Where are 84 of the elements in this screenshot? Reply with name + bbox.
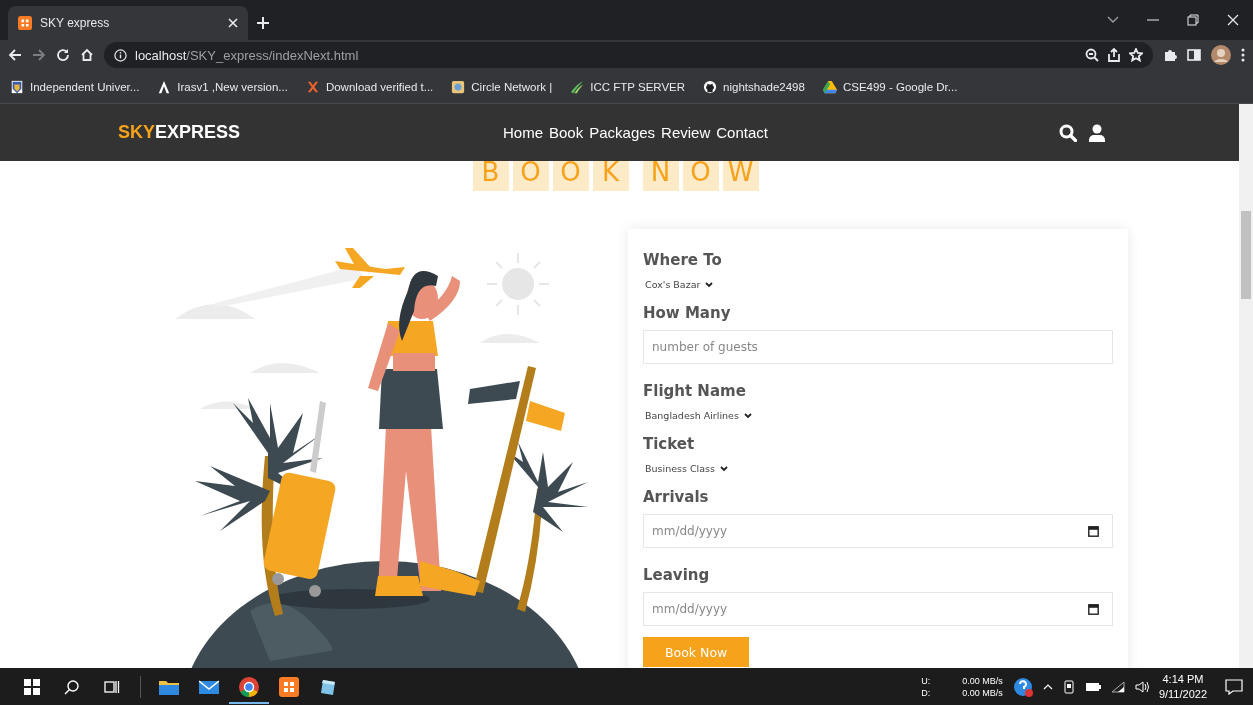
field-label: How Many bbox=[643, 304, 731, 322]
user-icon[interactable] bbox=[1089, 123, 1105, 142]
swoosh-icon bbox=[570, 79, 585, 94]
bookmark-link[interactable]: CSE499 - Google Dr... bbox=[822, 79, 958, 94]
xampp-logo-icon bbox=[18, 16, 32, 30]
chevron-up-icon[interactable] bbox=[1042, 683, 1053, 690]
puzzle-icon[interactable] bbox=[1163, 48, 1177, 62]
heading-letter: N bbox=[642, 161, 679, 191]
date-field[interactable]: mm/dd/yyyy bbox=[643, 592, 1113, 626]
close-icon[interactable] bbox=[228, 18, 238, 28]
star-icon[interactable] bbox=[1129, 48, 1143, 62]
search-icon[interactable] bbox=[64, 678, 80, 695]
battery-icon[interactable] bbox=[1084, 681, 1101, 692]
bookmark-link[interactable]: Independent Univer... bbox=[10, 79, 140, 94]
forward-arrow-icon[interactable] bbox=[32, 48, 46, 62]
heading-letter: O bbox=[552, 161, 589, 191]
nav-link[interactable]: Packages bbox=[589, 124, 656, 141]
x-mark-icon bbox=[305, 79, 320, 94]
bookmark-link[interactable]: Circle Network | bbox=[451, 79, 553, 94]
field-label: Flight Name bbox=[643, 382, 746, 400]
field-label: Leaving bbox=[643, 566, 710, 584]
search-icon[interactable] bbox=[1059, 123, 1077, 142]
heading-letter: O bbox=[512, 161, 549, 191]
chevron-down-icon bbox=[719, 465, 728, 472]
field-label: Ticket bbox=[643, 435, 695, 453]
info-icon bbox=[114, 48, 127, 62]
back-arrow-icon[interactable] bbox=[8, 48, 22, 62]
upload-label: U: bbox=[921, 674, 931, 687]
mail-envelope-icon[interactable] bbox=[199, 678, 219, 695]
field-label: Where To bbox=[643, 251, 722, 269]
new-tab-icon[interactable] bbox=[256, 16, 270, 30]
heading-letter: B bbox=[472, 161, 509, 191]
heading-letter: W bbox=[722, 161, 759, 191]
bookmark-link[interactable]: ICC FTP SERVER bbox=[570, 79, 686, 94]
nav-link[interactable]: Contact bbox=[716, 124, 768, 141]
nav-link[interactable]: Review bbox=[661, 124, 711, 141]
more-menu-icon[interactable] bbox=[1241, 48, 1245, 62]
profile-avatar-icon[interactable] bbox=[1211, 45, 1231, 65]
download-label: D: bbox=[921, 686, 931, 699]
bookmark-link[interactable]: nightshade2498 bbox=[703, 79, 805, 94]
chevron-down-icon bbox=[705, 281, 714, 288]
input-field[interactable]: number of guests bbox=[643, 330, 1113, 364]
folder-icon[interactable] bbox=[159, 678, 179, 695]
home-icon[interactable] bbox=[80, 48, 94, 62]
start-windows-icon[interactable] bbox=[24, 678, 40, 695]
wifi-icon[interactable] bbox=[1110, 680, 1125, 693]
device-icon[interactable] bbox=[1062, 679, 1075, 694]
upload-speed: 0.00 MB/s bbox=[962, 674, 1003, 687]
square-icon bbox=[451, 79, 466, 94]
chrome-browser-icon[interactable] bbox=[239, 676, 259, 697]
bookmark-link[interactable]: Irasv1 ,New version... bbox=[157, 79, 288, 94]
chevron-down-icon bbox=[743, 412, 752, 419]
side-panel-icon[interactable] bbox=[1187, 48, 1201, 62]
letter-a-icon bbox=[157, 79, 172, 94]
reload-icon[interactable] bbox=[56, 48, 70, 62]
bookmark-link[interactable]: Download verified t... bbox=[305, 79, 434, 94]
address-bar[interactable]: localhost/SKY_express/indexNext.html bbox=[104, 42, 1153, 68]
help-icon[interactable] bbox=[1012, 676, 1033, 697]
taskbar-clock[interactable]: 4:14 PM 9/11/2022 bbox=[1158, 671, 1207, 702]
calendar-icon[interactable] bbox=[1088, 604, 1099, 615]
nav-link[interactable]: Home bbox=[503, 124, 543, 141]
nav-link[interactable]: Book bbox=[549, 124, 584, 141]
share-icon[interactable] bbox=[1107, 48, 1121, 62]
notepad-icon[interactable] bbox=[320, 677, 338, 696]
download-speed: 0.00 MB/s bbox=[962, 686, 1003, 699]
notification-icon[interactable] bbox=[1225, 678, 1243, 695]
date-field[interactable]: mm/dd/yyyy bbox=[643, 514, 1113, 548]
shield-icon bbox=[10, 79, 24, 94]
task-view-icon[interactable] bbox=[104, 678, 120, 695]
page-scrollbar[interactable] bbox=[1239, 104, 1253, 668]
xampp-logo-icon[interactable] bbox=[279, 676, 299, 697]
zoom-icon[interactable] bbox=[1085, 48, 1099, 62]
browser-tab[interactable]: SKY express bbox=[8, 6, 248, 40]
cat-icon bbox=[703, 79, 718, 94]
calendar-icon[interactable] bbox=[1088, 526, 1099, 537]
triangle-icon bbox=[822, 79, 837, 94]
heading-letter: K bbox=[592, 161, 629, 191]
heading-letter: O bbox=[682, 161, 719, 191]
site-logo[interactable]: SKYEXPRESS bbox=[118, 122, 503, 143]
speaker-icon[interactable] bbox=[1134, 680, 1149, 693]
chevron-down-icon[interactable] bbox=[1107, 16, 1119, 24]
close-icon[interactable] bbox=[1227, 14, 1239, 26]
restore-icon[interactable] bbox=[1187, 14, 1199, 26]
field-label: Arrivals bbox=[643, 488, 709, 506]
